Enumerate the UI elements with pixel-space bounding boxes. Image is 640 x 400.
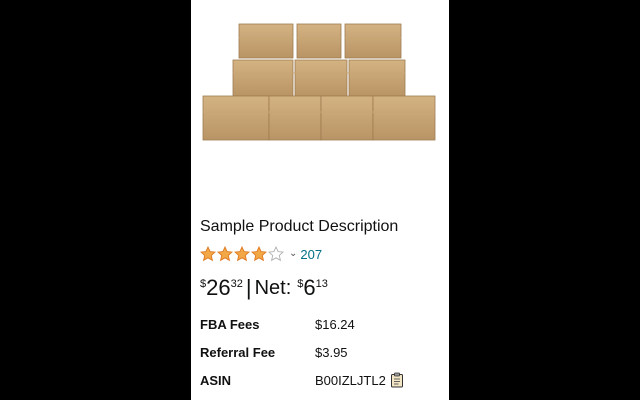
- asin-value[interactable]: B00IZLJTL2: [315, 373, 386, 388]
- product-title[interactable]: Sample Product Description: [200, 218, 398, 236]
- detail-value: $16.24: [315, 317, 355, 332]
- price-row: $ 26 32 | Net: $ 6 13: [200, 275, 328, 301]
- star-rating[interactable]: [200, 246, 285, 262]
- chevron-down-icon[interactable]: ⌄: [289, 249, 297, 259]
- price-main: 26: [206, 275, 231, 300]
- star-filled-icon: [200, 246, 216, 262]
- star-filled-icon: [217, 246, 233, 262]
- net-main: 6: [303, 275, 316, 300]
- detail-value: $3.95: [315, 345, 348, 360]
- product-image[interactable]: [199, 18, 439, 148]
- detail-row-referral-fee: Referral Fee $3.95: [200, 338, 440, 366]
- net-label: Net:: [254, 277, 292, 299]
- detail-value-text: $3.95: [315, 344, 348, 360]
- review-count-link[interactable]: 207: [300, 247, 322, 262]
- price-cents: 32: [230, 278, 243, 290]
- star-filled-icon: [234, 246, 250, 262]
- copy-clipboard-icon[interactable]: [390, 372, 404, 388]
- star-filled-icon: [251, 246, 267, 262]
- detail-value: B00IZLJTL2: [315, 372, 404, 388]
- details-table: FBA Fees $16.24 Referral Fee $3.95 ASIN …: [200, 310, 440, 394]
- detail-label: ASIN: [200, 372, 232, 388]
- detail-label: Referral Fee: [200, 344, 276, 360]
- detail-value-text: $16.24: [315, 316, 355, 332]
- detail-row-fba-fees: FBA Fees $16.24: [200, 310, 440, 338]
- star-empty-icon: [268, 246, 284, 262]
- product-card: Sample Product Description ⌄ 207 $ 26 32…: [191, 0, 449, 400]
- price-separator: |: [245, 275, 252, 300]
- detail-label: FBA Fees: [200, 316, 260, 332]
- rating-row[interactable]: ⌄ 207: [200, 245, 322, 263]
- detail-row-asin: ASIN B00IZLJTL2: [200, 366, 440, 394]
- net-cents: 13: [315, 278, 328, 290]
